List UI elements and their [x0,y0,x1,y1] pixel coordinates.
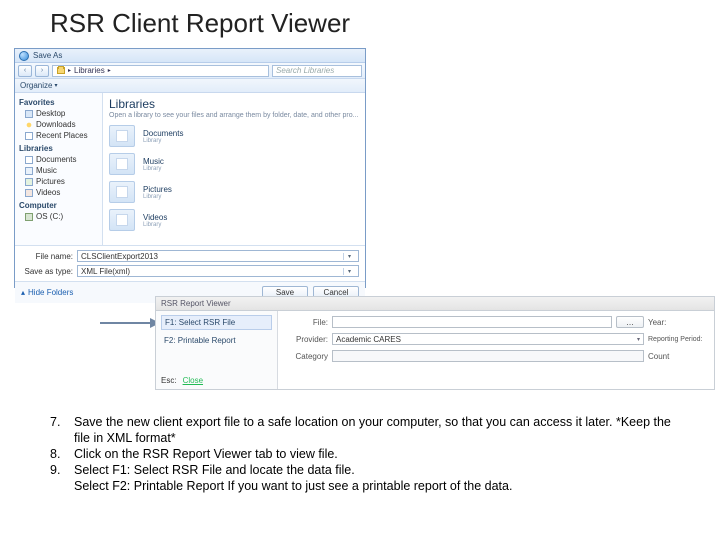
filename-label: File name: [21,252,77,261]
instruction-list: 7. Save the new client export file to a … [50,414,690,494]
esc-label: Esc: [161,376,177,385]
count-header: Count [648,352,708,361]
window-title: Save As [33,51,62,60]
nav-item-drive-c[interactable]: OS (C:) [19,212,98,221]
chevron-right-icon: ▸ [108,67,111,74]
content-subheading: Open a library to see your files and arr… [109,112,359,119]
nav-group-computer: Computer [19,201,98,210]
desktop-icon [25,110,33,118]
nav-item-pictures[interactable]: Pictures [19,177,98,186]
callout-arrow-icon [100,318,160,328]
chevron-down-icon[interactable]: ▾ [343,253,355,260]
file-input[interactable] [332,316,612,328]
nav-item-downloads[interactable]: Downloads [19,120,98,129]
provider-select[interactable]: Academic CARES▾ [332,333,644,345]
save-as-dialog: Save As ‹ › ▸ Libraries ▸ Search Librari… [14,48,366,288]
documents-icon [25,156,33,164]
content-pane: Libraries Open a library to see your fil… [103,93,365,245]
videos-icon [25,189,33,197]
library-label: PicturesLibrary [143,185,359,200]
content-heading: Libraries [109,97,359,111]
page-title: RSR Client Report Viewer [50,8,350,39]
step-f2-printable-report[interactable]: F2: Printable Report [161,334,272,347]
breadcrumb-item[interactable]: Libraries [74,66,105,75]
library-tile-pictures[interactable] [109,181,135,203]
rsr-report-viewer: RSR Report Viewer F1: Select RSR File F2… [155,296,715,390]
nav-pane: Favorites Desktop Downloads Recent Place… [15,93,103,245]
nav-group-favorites: Favorites [19,98,98,107]
chevron-up-icon: ▴ [21,288,25,297]
savetype-label: Save as type: [21,267,77,276]
recent-icon [25,132,33,140]
breadcrumb[interactable]: ▸ Libraries ▸ [52,65,269,77]
back-button[interactable]: ‹ [18,65,32,77]
toolbar: Organize ▾ [15,79,365,93]
forward-button[interactable]: › [35,65,49,77]
chevron-down-icon: ▾ [54,82,57,89]
folder-icon [57,67,65,74]
instruction-7b: file in XML format* [74,430,690,446]
savetype-field[interactable]: XML File(xml)▾ [77,265,359,277]
instruction-9: 9. Select F1: Select RSR File and locate… [50,462,690,478]
period-label: Reporting Period: [648,336,708,343]
search-input[interactable]: Search Libraries [272,65,362,77]
year-label: Year: [648,318,708,327]
nav-item-recent[interactable]: Recent Places [19,131,98,140]
instruction-7: 7. Save the new client export file to a … [50,414,690,430]
save-form: File name: CLSClientExport2013▾ Save as … [15,245,365,281]
category-header: Category [284,352,328,361]
library-label: VideosLibrary [143,213,359,228]
filename-field[interactable]: CLSClientExport2013▾ [77,250,359,262]
nav-group-libraries: Libraries [19,144,98,153]
chevron-right-icon: ▸ [68,67,71,74]
titlebar: Save As [15,49,365,63]
step-f1-select-file[interactable]: F1: Select RSR File [161,315,272,330]
hide-folders-link[interactable]: ▴Hide Folders [21,288,73,297]
organize-menu[interactable]: Organize [20,81,52,90]
app-orb-icon [19,51,29,61]
browse-button[interactable]: … [616,316,644,328]
downloads-icon [25,121,33,129]
drive-icon [25,213,33,221]
nav-item-music[interactable]: Music [19,166,98,175]
rsr-form: File: … Year: Provider: Academic CARES▾ … [278,311,714,389]
nav-item-desktop[interactable]: Desktop [19,109,98,118]
library-label: MusicLibrary [143,157,359,172]
chevron-down-icon: ▾ [637,336,640,343]
library-tile-documents[interactable] [109,125,135,147]
provider-label: Provider: [284,335,328,344]
chevron-down-icon[interactable]: ▾ [343,268,355,275]
nav-row: ‹ › ▸ Libraries ▸ Search Libraries [15,63,365,79]
file-label: File: [284,318,328,327]
library-label: DocumentsLibrary [143,129,359,144]
pictures-icon [25,178,33,186]
nav-item-documents[interactable]: Documents [19,155,98,164]
rsr-titlebar: RSR Report Viewer [156,297,714,311]
category-cell [332,350,644,362]
library-tile-videos[interactable] [109,209,135,231]
nav-item-videos[interactable]: Videos [19,188,98,197]
music-icon [25,167,33,175]
library-tile-music[interactable] [109,153,135,175]
instruction-8: 8. Click on the RSR Report Viewer tab to… [50,446,690,462]
instruction-9b: Select F2: Printable Report If you want … [74,478,690,494]
close-link[interactable]: Close [183,376,203,385]
